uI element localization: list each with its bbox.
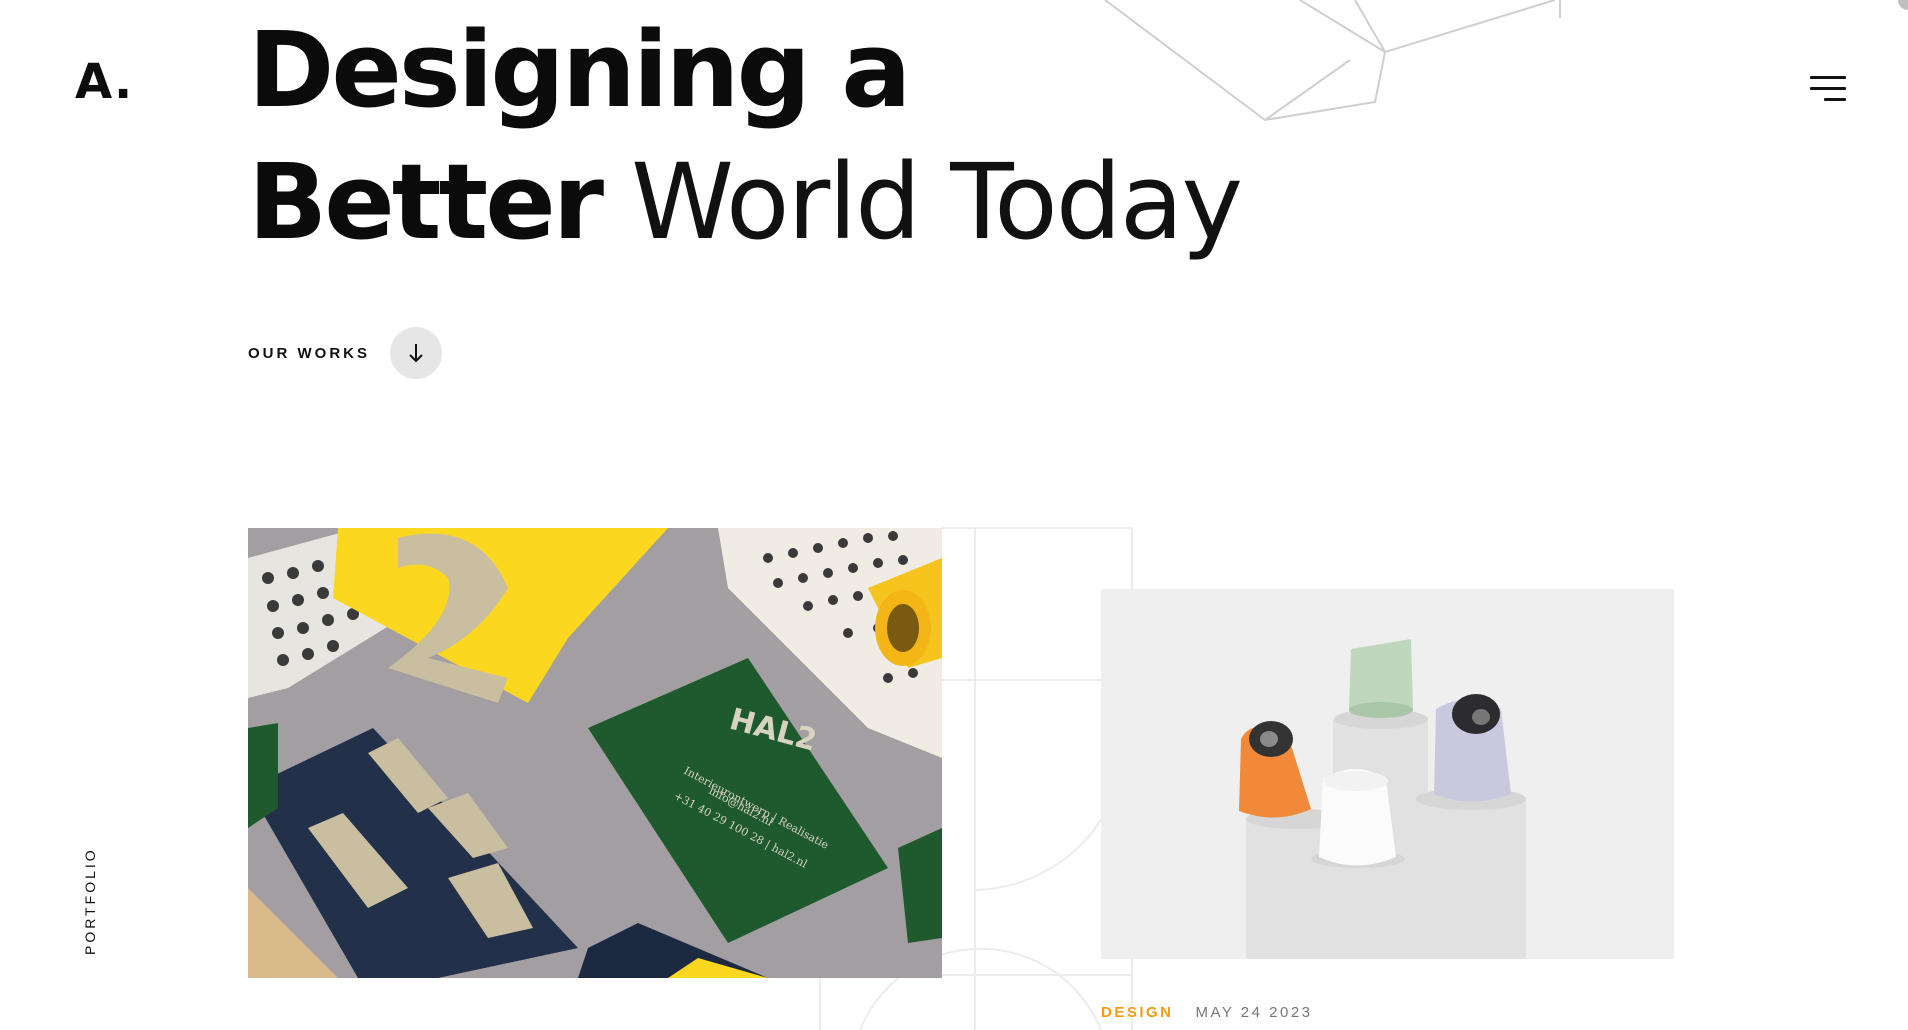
hero-line1: Designing a xyxy=(248,9,911,131)
card-meta: DESIGN MAY 24 2023 xyxy=(1101,1004,1313,1021)
portfolio-side-label: PORTFOLIO xyxy=(82,847,98,955)
arrow-down-icon[interactable] xyxy=(390,327,442,379)
page: A. Designing a Better World Today OUR WO… xyxy=(0,0,1908,1030)
hero-line2-bold: Better xyxy=(248,141,604,263)
our-works-link[interactable]: OUR WORKS xyxy=(248,327,442,379)
card-date: MAY 24 2023 xyxy=(1195,1004,1313,1021)
card-category[interactable]: DESIGN xyxy=(1101,1004,1174,1021)
menu-bar xyxy=(1810,87,1846,90)
hero-heading: Designing a Better World Today xyxy=(248,4,1243,268)
menu-bar xyxy=(1824,98,1846,101)
portfolio-card-image-2[interactable] xyxy=(1101,589,1674,959)
camera-devices-image xyxy=(1101,589,1674,959)
our-works-label: OUR WORKS xyxy=(248,344,370,362)
brand-logo[interactable]: A. xyxy=(75,58,133,106)
stationery-mockup-image: HAL2 Interieurontwerp | Realisatie info@… xyxy=(248,528,942,978)
menu-bar xyxy=(1810,76,1846,79)
portfolio-card-image-1[interactable]: HAL2 Interieurontwerp | Realisatie info@… xyxy=(248,528,942,978)
hero-line2-light: World Today xyxy=(631,141,1243,263)
hamburger-menu-icon[interactable] xyxy=(1806,72,1846,106)
